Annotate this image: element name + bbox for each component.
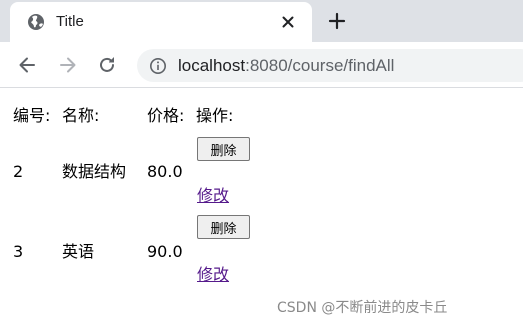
- info-icon[interactable]: [149, 57, 167, 75]
- tab-active[interactable]: Title: [10, 2, 312, 42]
- delete-button[interactable]: 删除: [197, 137, 250, 161]
- watermark: CSDN @不断前进的皮卡丘: [277, 300, 448, 316]
- globe-icon: [27, 13, 45, 31]
- row-1-name: 数据结构: [62, 162, 127, 181]
- delete-button[interactable]: 删除: [197, 215, 250, 239]
- tab-title: Title: [56, 13, 84, 30]
- tab-strip: Title: [0, 0, 523, 42]
- row-2-price: 90.0: [147, 242, 183, 261]
- url-host: localhost: [178, 56, 246, 75]
- address-bar[interactable]: localhost:8080/course/findAll: [137, 49, 523, 82]
- header-price: 价格:: [147, 106, 185, 125]
- header-id: 编号:: [13, 106, 51, 125]
- browser-window: Title localhost:8080/course/findAll 编号: …: [0, 0, 523, 327]
- header-actions: 操作:: [196, 106, 234, 125]
- row-2-id: 3: [13, 242, 24, 261]
- arrow-left-icon[interactable]: [15, 53, 39, 77]
- url-path: :8080/course/findAll: [245, 56, 395, 75]
- header-name: 名称:: [62, 106, 100, 125]
- close-icon[interactable]: [279, 13, 297, 31]
- row-2-name: 英语: [62, 242, 95, 261]
- arrow-right-icon[interactable]: [56, 53, 80, 77]
- edit-link[interactable]: 修改: [197, 186, 229, 206]
- browser-toolbar: localhost:8080/course/findAll: [0, 42, 523, 88]
- row-1-price: 80.0: [147, 162, 183, 181]
- edit-link[interactable]: 修改: [197, 265, 229, 285]
- url-text[interactable]: localhost:8080/course/findAll: [178, 56, 394, 76]
- row-1-id: 2: [13, 162, 24, 181]
- page-content: 编号: 名称: 价格: 操作: 2 数据结构 80.0 删除 修改 3 英语 9…: [0, 89, 523, 327]
- reload-icon[interactable]: [95, 53, 119, 77]
- plus-icon[interactable]: [326, 10, 348, 32]
